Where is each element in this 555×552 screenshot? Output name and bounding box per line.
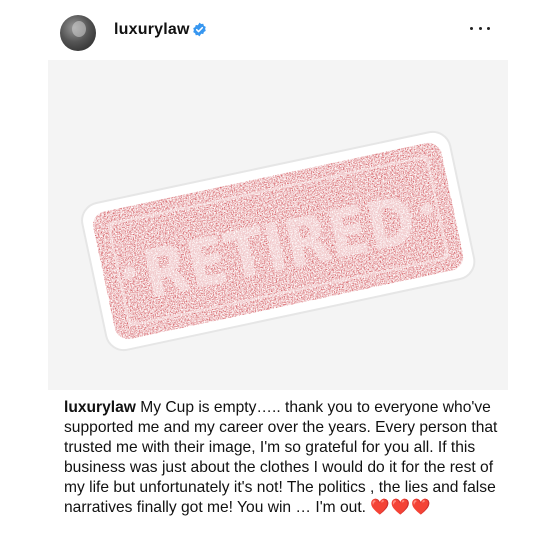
- retired-stamp-graphic: RETIRED: [81, 130, 476, 352]
- post-caption: luxurylaw My Cup is empty….. thank you t…: [64, 398, 504, 518]
- post-header: luxurylaw: [0, 0, 555, 60]
- stamp-group: RETIRED: [81, 130, 476, 352]
- avatar[interactable]: [60, 15, 96, 51]
- more-options-icon[interactable]: [470, 18, 490, 38]
- post-username[interactable]: luxurylaw: [114, 21, 190, 39]
- heart-emoji-icons: ❤️❤️❤️: [370, 499, 432, 516]
- caption-text: My Cup is empty….. thank you to everyone…: [64, 399, 498, 516]
- caption-username[interactable]: luxurylaw: [64, 399, 136, 416]
- verified-badge-icon: [193, 22, 206, 37]
- post-image[interactable]: RETIRED: [48, 60, 508, 390]
